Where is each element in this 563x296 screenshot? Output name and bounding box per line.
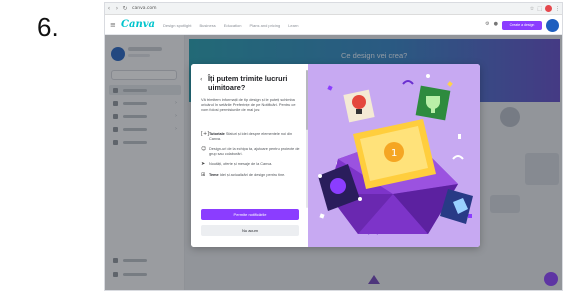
app-header: ≡ Canva Design spotlight Business Educat… <box>105 15 562 35</box>
list-item-title: Tutoriale <box>209 132 225 136</box>
back-icon[interactable]: ‹ <box>105 5 113 12</box>
settings-icon[interactable]: ⚙ <box>485 21 489 27</box>
not-now-button[interactable]: Nu acum <box>201 225 299 236</box>
list-item: [+] Tutoriale Sfaturi și idei despre ele… <box>201 132 303 142</box>
tutorial-icon: [+] <box>201 131 210 137</box>
extensions-icon[interactable]: ⬚ <box>537 6 542 12</box>
theme-icon: ⊞ <box>201 171 206 178</box>
nav-item[interactable]: Education <box>224 23 242 28</box>
list-item: ➤ Noutăți, oferte și mesaje de la Canva. <box>201 162 303 167</box>
notifications-icon[interactable]: ● <box>494 21 498 27</box>
send-icon: ➤ <box>201 161 206 168</box>
team-icon: ☺ <box>201 146 207 153</box>
modal-description: Vă trimitem informații de tip design și … <box>201 97 296 112</box>
list-item: ⊞ Teme Idei și actualizări de design pen… <box>201 171 303 178</box>
list-item-text: Idei și actualizări de design pentru tin… <box>219 172 286 177</box>
canva-logo[interactable]: Canva <box>121 19 155 30</box>
nav-item[interactable]: Business <box>199 23 215 28</box>
modal-content: ‹ Îți putem trimite lucruri uimitoare? V… <box>191 64 308 247</box>
browser-toolbar: ‹ › ↻ canva.com ☆ ⬚ ⋮ <box>105 3 562 15</box>
forward-icon[interactable]: › <box>113 5 121 12</box>
envelope-illustration: 1 <box>318 74 473 235</box>
list-item: ☺ Design-uri de la echipa ta, ajutoare p… <box>201 147 303 157</box>
browser-actions: ☆ ⬚ ⋮ <box>530 5 560 12</box>
step-number: 6. <box>37 12 59 42</box>
address-bar[interactable]: canva.com <box>132 6 157 11</box>
lightbulb-icon <box>343 89 375 123</box>
list-item-text: Design-uri de la echipa ta, ajutoare pen… <box>209 147 300 156</box>
reload-icon[interactable]: ↻ <box>121 5 129 12</box>
list-item-text: Noutăți, oferte și mesaje de la Canva. <box>209 162 273 167</box>
permission-list: [+] Tutoriale Sfaturi și idei despre ele… <box>201 132 303 183</box>
svg-text:1: 1 <box>391 148 397 159</box>
modal-title: Îți putem trimite lucruri uimitoare? <box>208 74 288 92</box>
bookmark-icon[interactable]: ☆ <box>530 6 534 12</box>
list-item-title: Teme <box>209 172 219 177</box>
top-nav: Design spotlight Business Education Plan… <box>163 23 298 28</box>
allow-notifications-button[interactable]: Permite notificările <box>201 209 299 220</box>
trophy-icon <box>415 85 451 121</box>
notifications-modal: ‹ Îți putem trimite lucruri uimitoare? V… <box>191 64 480 247</box>
screenshot-frame: ‹ › ↻ canva.com ☆ ⬚ ⋮ ≡ Canva Design spo… <box>104 2 563 291</box>
nav-item[interactable]: Plans and pricing <box>250 23 281 28</box>
profile-icon[interactable] <box>545 5 552 12</box>
avatar[interactable] <box>546 19 559 32</box>
nav-item[interactable]: Learn <box>288 23 298 28</box>
hamburger-icon[interactable]: ≡ <box>110 21 116 29</box>
nav-item[interactable]: Design spotlight <box>163 23 191 28</box>
menu-icon[interactable]: ⋮ <box>555 6 560 12</box>
create-design-button[interactable]: Create a design <box>502 21 542 30</box>
back-icon[interactable]: ‹ <box>200 76 202 83</box>
modal-illustration-panel: 1 <box>308 64 480 247</box>
header-icons: ⚙ ● <box>485 21 498 27</box>
